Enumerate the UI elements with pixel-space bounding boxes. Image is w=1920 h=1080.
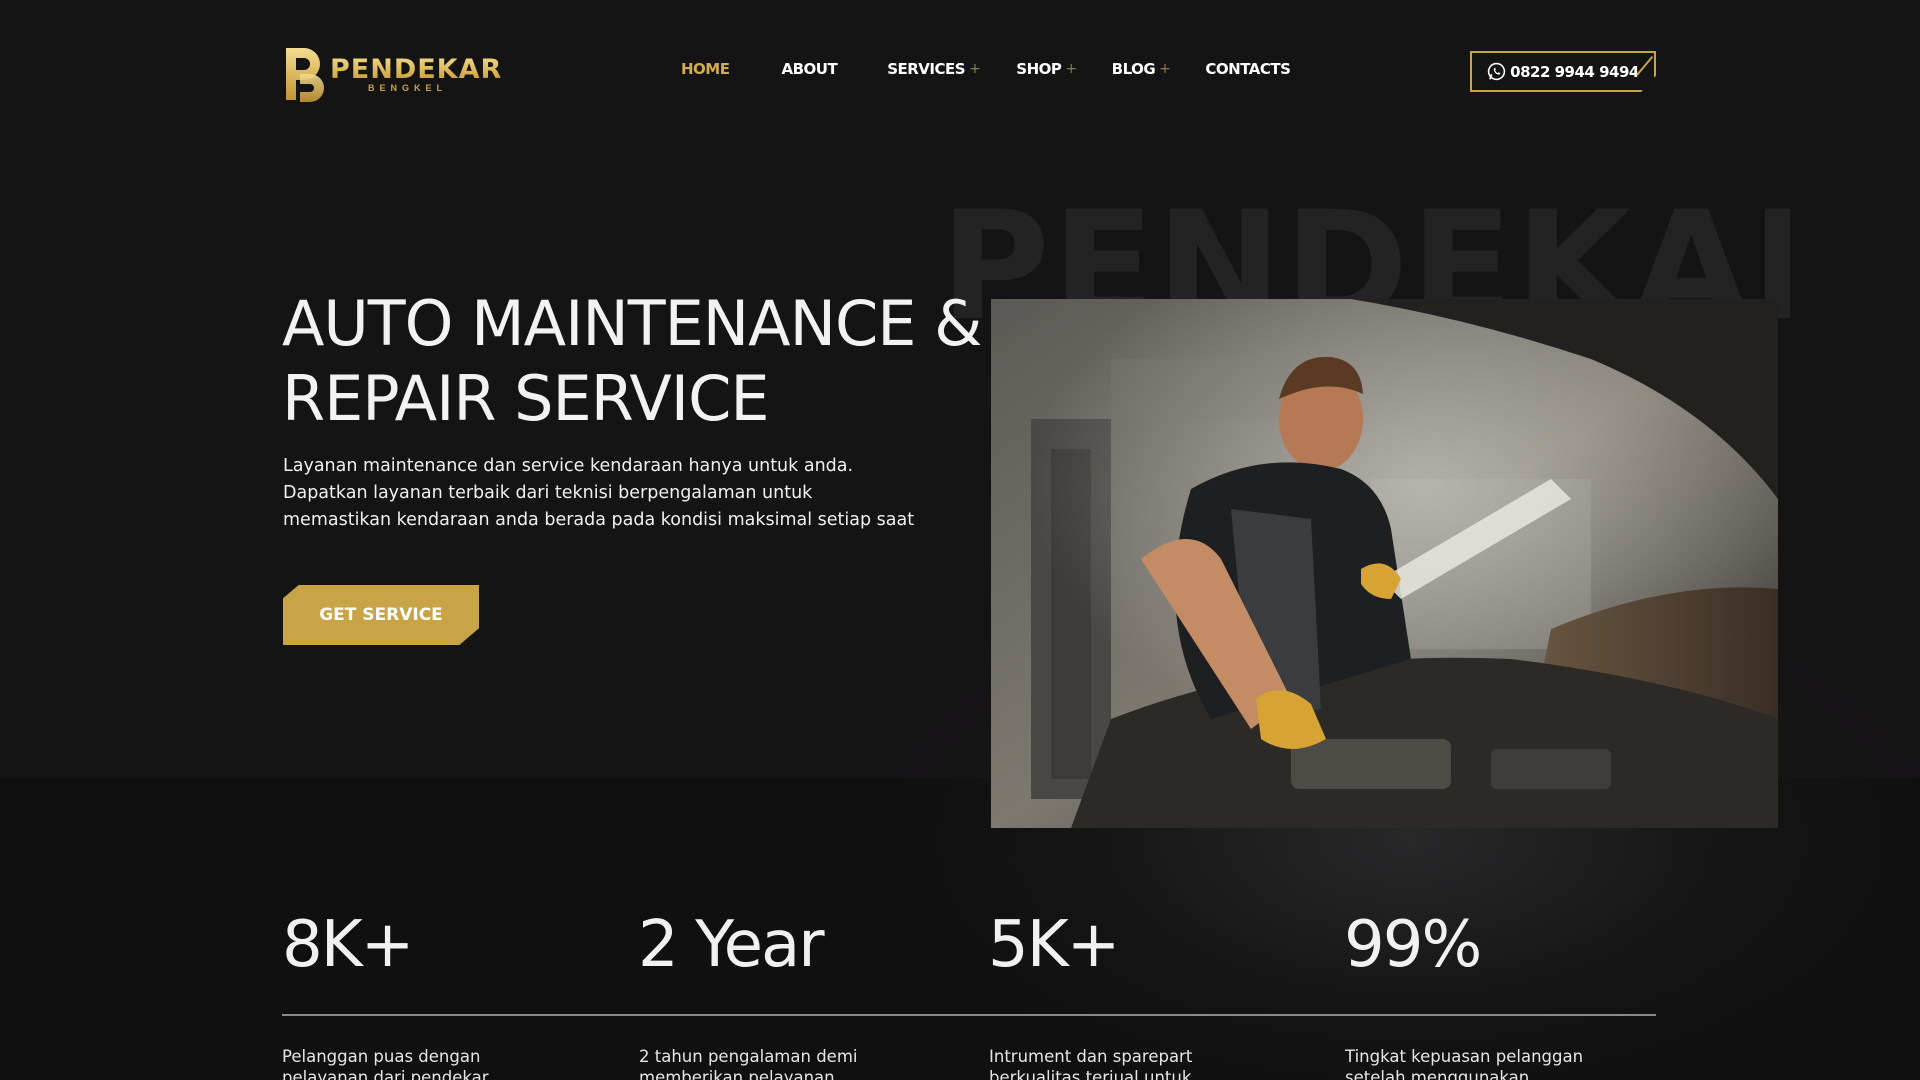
stat-description-line: setelah menggunakan layanan: [1345, 1068, 1530, 1080]
hero-title: AUTO MAINTENANCE & REPAIR SERVICE: [282, 286, 982, 436]
stat-description-line: Intrument dan sparepart: [989, 1047, 1193, 1066]
nav-item-label: SERVICES: [887, 60, 966, 78]
nav-item-label: CONTACTS: [1205, 60, 1291, 78]
nav-item-blog[interactable]: BLOG +: [1112, 60, 1171, 78]
stat-description-line: memberikan pelayanan terbaik: [639, 1068, 835, 1080]
get-service-button[interactable]: GET SERVICE: [283, 585, 479, 645]
submenu-plus-icon: +: [1159, 61, 1171, 77]
stat-description-line: berkualitas terjual untuk: [989, 1068, 1192, 1080]
nav-item-label: SHOP: [1016, 60, 1062, 78]
stat-description: Pelanggan puas dengan pelayanan dari pen…: [282, 1046, 522, 1080]
nav-item-label: HOME: [681, 60, 730, 78]
stat-description: 2 tahun pengalaman demi memberikan pelay…: [639, 1046, 879, 1080]
nav-item-services[interactable]: SERVICES +: [887, 60, 981, 78]
hero-description-line: memastikan kendaraan anda berada pada ko…: [283, 510, 915, 530]
navbar: PENDEKAR BENGKEL HOME ABOUT SERVICES + SH…: [0, 0, 1920, 140]
submenu-plus-icon: +: [1065, 61, 1077, 77]
nav-item-home[interactable]: HOME: [681, 60, 730, 78]
stat-value-customers: 8K+: [282, 908, 414, 982]
stat-value-experience: 2 Year: [638, 908, 825, 982]
whatsapp-icon: [1487, 62, 1506, 81]
brand-name: PENDEKAR: [330, 53, 503, 85]
whatsapp-phone-button[interactable]: 0822 9944 9494: [1470, 51, 1656, 92]
brand-logo[interactable]: PENDEKAR BENGKEL: [282, 46, 502, 102]
nav-item-about[interactable]: ABOUT: [781, 60, 837, 78]
stat-value-spareparts: 5K+: [988, 908, 1120, 982]
hero-title-line: REPAIR SERVICE: [282, 362, 770, 435]
hero-description-line: Layanan maintenance dan service kendaraa…: [283, 456, 854, 476]
submenu-plus-icon: +: [969, 61, 981, 77]
nav-item-shop[interactable]: SHOP +: [1016, 60, 1077, 78]
nav-item-label: BLOG: [1111, 60, 1156, 78]
stat-description-line: pelayanan dari pendekar: [282, 1068, 489, 1080]
stat-description: Tingkat kepuasan pelanggan setelah mengg…: [1345, 1046, 1585, 1080]
main-nav: HOME ABOUT SERVICES + SHOP + BLOG + CONTACT…: [681, 60, 1291, 78]
stat-description-line: Tingkat kepuasan pelanggan: [1345, 1047, 1584, 1066]
stat-description-line: 2 tahun pengalaman demi: [639, 1047, 858, 1066]
stat-description: Intrument dan sparepart berkualitas terj…: [989, 1046, 1229, 1080]
mechanic-hero-photo: [991, 299, 1778, 828]
brand-subtitle: BENGKEL: [368, 82, 448, 93]
logo-mark-icon: [286, 48, 324, 102]
nav-item-contacts[interactable]: CONTACTS: [1205, 60, 1291, 78]
nav-item-label: ABOUT: [781, 60, 838, 78]
stat-description-line: Pelanggan puas dengan: [282, 1047, 481, 1066]
phone-number: 0822 9944 9494: [1510, 62, 1639, 81]
hero-description: Layanan maintenance dan service kendaraa…: [283, 453, 923, 534]
hero-description-line: Dapatkan layanan terbaik dari teknisi be…: [283, 483, 813, 503]
stats-divider: [282, 1014, 1656, 1016]
hero-title-line: AUTO MAINTENANCE &: [282, 287, 982, 360]
stat-value-satisfaction: 99%: [1344, 908, 1482, 982]
